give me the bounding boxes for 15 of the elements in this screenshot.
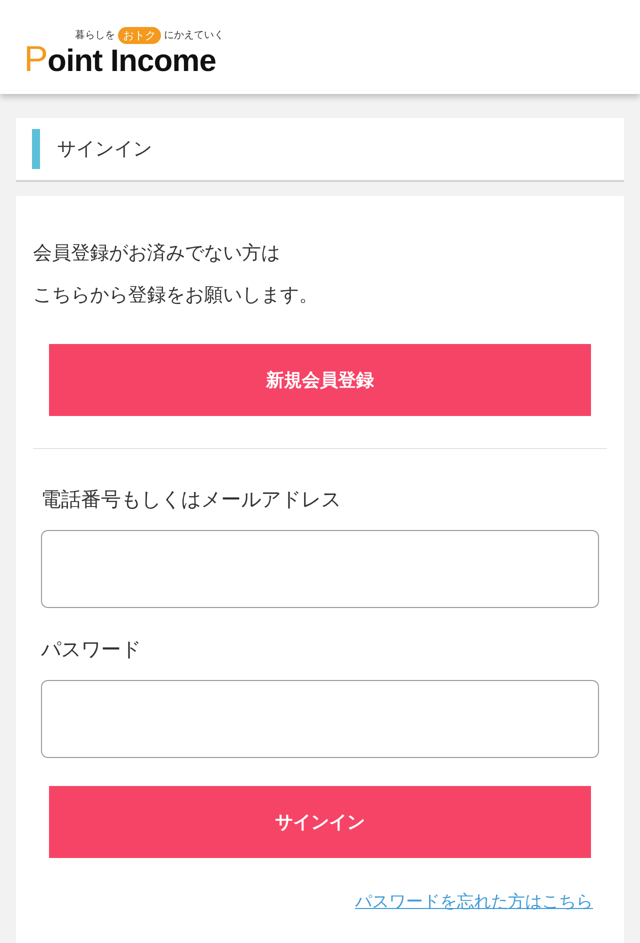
intro-text: こちらから登録をお願いします。: [33, 283, 319, 308]
tagline-text: にかえていく: [164, 29, 224, 42]
sign-in-button[interactable]: サインイン: [49, 786, 591, 858]
input-field[interactable]: [41, 680, 599, 758]
tagline-text: 暮らしを: [75, 28, 115, 42]
field-label: 電話番号もしくはメールアドレス: [41, 486, 342, 513]
accent-bar: [32, 129, 40, 169]
register-button[interactable]: 新規会員登録: [49, 344, 591, 416]
tagline-badge: おトク: [118, 26, 161, 44]
intro-text: 会員登録がお済みでない方は: [33, 241, 281, 266]
logo-text[interactable]: Point Income: [24, 44, 216, 76]
section-title: サインイン: [57, 137, 152, 162]
field-label: パスワード: [41, 636, 142, 663]
forgot-password-link[interactable]: パスワードを忘れた方はこちら: [355, 890, 593, 913]
input-field[interactable]: [41, 530, 599, 608]
